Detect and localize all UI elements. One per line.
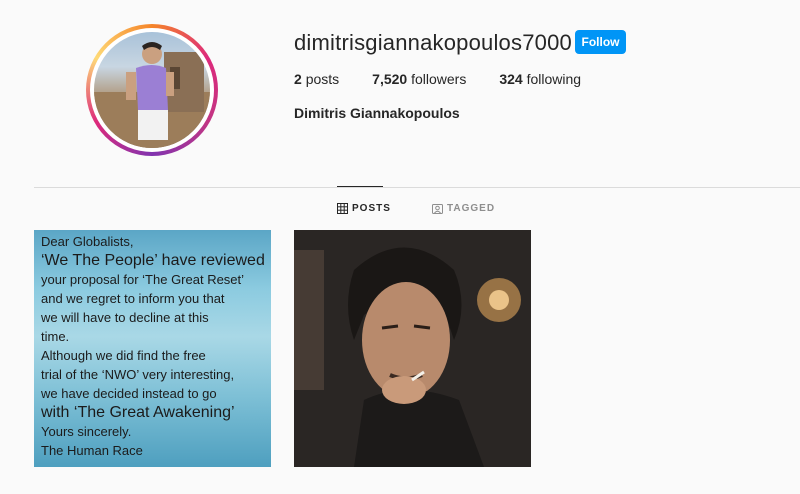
active-tab-indicator	[337, 186, 383, 187]
following-count-value: 324	[499, 71, 523, 87]
following-count-label: following	[526, 71, 582, 87]
post-photo	[294, 230, 531, 467]
post-text-line: time.	[41, 329, 70, 344]
post-text-line: Dear Globalists,	[41, 234, 134, 249]
tab-tagged[interactable]: TAGGED	[432, 203, 495, 214]
post-text-image: Dear Globalists, ‘We The People’ have re…	[41, 232, 271, 460]
avatar-border	[90, 28, 214, 152]
post-text-line: your proposal for ‘The Great Reset’	[41, 272, 245, 287]
tab-posts[interactable]: POSTS	[337, 203, 391, 214]
post-text-line: Yours sincerely.	[41, 424, 132, 439]
followers-count-label: followers	[411, 71, 467, 87]
post-text-line: and we regret to inform you that	[41, 291, 225, 306]
post-thumbnail[interactable]	[294, 230, 531, 467]
post-text-line: we will have to decline at this	[41, 310, 209, 325]
profile-avatar-ring[interactable]	[86, 24, 218, 156]
tab-posts-label: POSTS	[352, 203, 391, 214]
profile-username: dimitrisgiannakopoulos7000	[294, 30, 572, 55]
posts-count-value: 2	[294, 71, 302, 87]
post-text-line: with ‘The Great Awakening’	[41, 404, 235, 421]
post-text-line: trial of the ‘NWO’ very interesting,	[41, 367, 235, 382]
posts-count-label: posts	[305, 71, 340, 87]
followers-count-value: 7,520	[372, 71, 408, 87]
posts-count: 2 posts	[294, 71, 339, 87]
post-thumbnail[interactable]: Dear Globalists, ‘We The People’ have re…	[34, 230, 271, 467]
tag-icon	[432, 204, 443, 214]
profile-full-name: Dimitris Giannakopoulos	[294, 105, 460, 121]
post-text-line: we have decided instead to go	[41, 386, 217, 401]
tabs-divider	[34, 187, 800, 188]
grid-icon	[337, 203, 348, 214]
tab-tagged-label: TAGGED	[447, 203, 496, 214]
post-text-line: The Human Race	[41, 443, 143, 458]
post-text-line: ‘We The People’ have reviewed	[41, 252, 265, 269]
followers-link[interactable]: 7,520 followers	[372, 71, 466, 87]
post-text-line: Although we did find the free	[41, 348, 206, 363]
following-link[interactable]: 324 following	[499, 71, 581, 87]
follow-button[interactable]: Follow	[575, 30, 626, 54]
profile-stats: 2 posts 7,520 followers 324 following	[294, 71, 614, 87]
avatar	[94, 32, 210, 148]
